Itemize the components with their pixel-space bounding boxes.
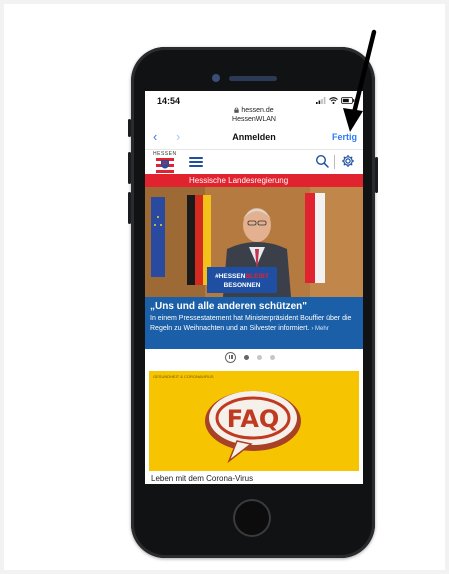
- front-camera: [212, 74, 220, 82]
- phone-screen: 14:54 hessen.de HessenWLAN ‹ › Anmelden …: [145, 91, 363, 484]
- power-button: [375, 157, 378, 193]
- battery-icon: [341, 97, 355, 104]
- card-title[interactable]: Leben mit dem Corona-Virus: [151, 474, 253, 483]
- hero-sign-line1-b: BLEIBT: [245, 273, 269, 280]
- hessen-logo[interactable]: HESSEN: [153, 151, 177, 174]
- address-bar[interactable]: hessen.de HessenWLAN: [145, 106, 363, 124]
- page-title: Anmelden: [232, 132, 276, 142]
- hero-sign-line1-a: #HESSEN: [215, 273, 246, 280]
- more-link[interactable]: › Mehr: [311, 326, 328, 332]
- hero-sign-line2: BESONNEN: [224, 282, 261, 289]
- press-conference-photo: #HESSENBLEIBT BESONNEN: [145, 187, 363, 297]
- carousel-pager: [145, 349, 363, 367]
- hero-caption[interactable]: „Uns und alle anderen schützen" In einem…: [145, 297, 363, 349]
- done-button[interactable]: Fertig: [332, 132, 357, 142]
- pause-icon[interactable]: [225, 352, 236, 363]
- network-name: HessenWLAN: [232, 116, 276, 123]
- volume-up-button: [128, 152, 131, 184]
- pager-dot[interactable]: [270, 355, 275, 360]
- hamburger-menu-icon[interactable]: [189, 157, 203, 167]
- caption-headline: „Uns und alle anderen schützen": [150, 301, 307, 312]
- gear-icon[interactable]: [341, 154, 355, 168]
- hero-image[interactable]: #HESSENBLEIBT BESONNEN: [145, 187, 363, 297]
- coat-of-arms-icon: [156, 158, 174, 173]
- faq-speech-bubble-image: FAQ: [205, 391, 301, 464]
- signal-icon: [316, 97, 326, 104]
- status-time: 14:54: [157, 96, 181, 106]
- site-header: HESSEN: [145, 149, 363, 174]
- pager-dot-active[interactable]: [244, 355, 249, 360]
- status-icons: [316, 97, 355, 104]
- card-category-label: GESUNDHEIT & CORONAVIRUS: [153, 374, 214, 379]
- volume-down-button: [128, 192, 131, 224]
- header-divider: [334, 155, 335, 169]
- government-banner[interactable]: Hessische Landesregierung: [145, 174, 363, 187]
- wifi-icon: [329, 97, 338, 104]
- earpiece-speaker: [229, 76, 277, 81]
- svg-text:#HESSENBLEIBT: #HESSENBLEIBT: [215, 273, 269, 280]
- url-host-text: hessen.de: [241, 107, 274, 114]
- search-icon[interactable]: [315, 154, 329, 168]
- faq-badge-text: FAQ: [227, 405, 280, 433]
- faq-card[interactable]: GESUNDHEIT & CORONAVIRUS FAQ: [149, 371, 359, 471]
- captive-portal-navbar: ‹ › Anmelden Fertig: [145, 129, 363, 147]
- logo-text: HESSEN: [153, 151, 177, 157]
- pager-dot[interactable]: [257, 355, 262, 360]
- home-button[interactable]: [233, 499, 271, 537]
- lock-icon: [234, 107, 240, 113]
- mute-switch: [128, 119, 131, 137]
- iphone-device: 14:54 hessen.de HessenWLAN ‹ › Anmelden …: [128, 47, 378, 558]
